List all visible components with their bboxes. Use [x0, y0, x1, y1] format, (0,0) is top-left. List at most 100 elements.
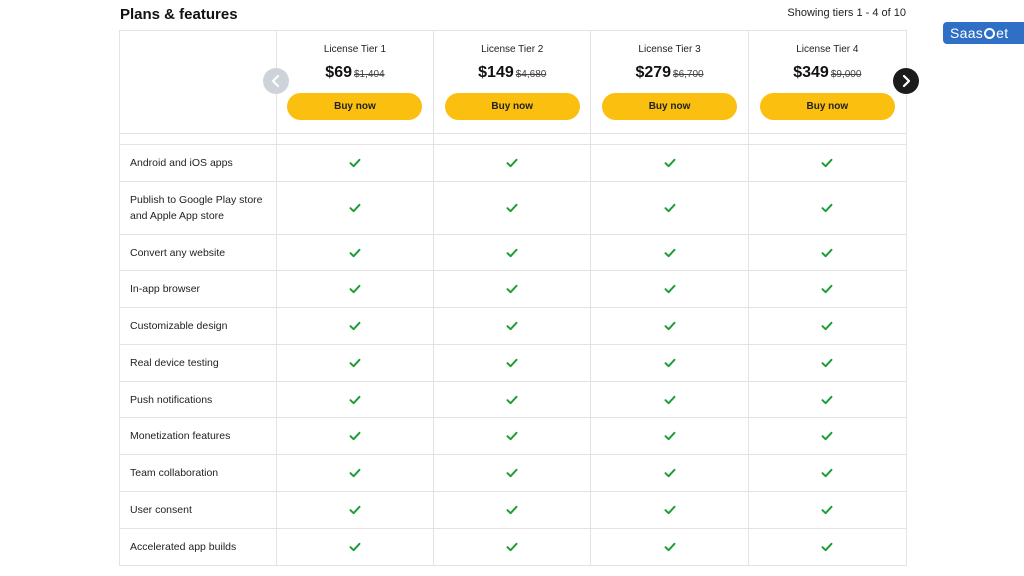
check-icon	[821, 248, 833, 257]
comparison-table: License Tier 1 $69 $1,404 Buy now License…	[119, 30, 907, 566]
feature-cell	[434, 455, 592, 491]
table-header: License Tier 1 $69 $1,404 Buy now License…	[120, 31, 906, 134]
feature-cell	[434, 492, 592, 528]
next-tiers-button[interactable]	[893, 68, 919, 94]
check-icon	[821, 542, 833, 552]
tier-old-price: $4,680	[515, 69, 547, 80]
feature-cell	[749, 308, 906, 344]
tier-name: License Tier 2	[481, 44, 544, 55]
feature-cell	[277, 382, 435, 417]
tier-column-4: License Tier 4 $349 $9,000 Buy now	[749, 31, 906, 133]
check-icon	[821, 468, 833, 478]
check-icon	[664, 542, 676, 552]
check-icon	[664, 431, 676, 441]
tier-price: $149	[478, 64, 514, 81]
check-icon	[349, 248, 361, 257]
check-icon	[506, 468, 518, 478]
feature-cell	[434, 308, 592, 344]
check-icon	[821, 321, 833, 331]
table-row: Customizable design	[120, 308, 906, 345]
check-icon	[821, 158, 833, 168]
check-icon	[506, 203, 518, 213]
feature-cell	[591, 529, 749, 565]
brand-text-post: et	[996, 25, 1009, 41]
buy-now-button-tier-3[interactable]: Buy now	[602, 93, 738, 120]
buy-now-button-tier-1[interactable]: Buy now	[287, 93, 423, 120]
check-icon	[506, 158, 518, 168]
table-row: Android and iOS apps	[120, 145, 906, 182]
check-icon	[506, 248, 518, 257]
check-icon	[349, 203, 361, 213]
check-icon	[664, 468, 676, 478]
feature-cell	[277, 455, 435, 491]
feature-cell	[434, 418, 592, 454]
feature-cell	[277, 529, 435, 565]
feature-label: Convert any website	[120, 235, 277, 270]
table-spacer-row	[120, 134, 906, 145]
check-icon	[349, 321, 361, 331]
feature-cell	[434, 271, 592, 307]
check-icon	[664, 395, 676, 404]
table-row: Convert any website	[120, 235, 906, 271]
feature-cell	[749, 492, 906, 528]
check-icon	[664, 284, 676, 294]
feature-cell	[434, 235, 592, 270]
page-title: Plans & features	[120, 6, 238, 23]
feature-label: Real device testing	[120, 345, 277, 381]
check-icon	[664, 248, 676, 257]
table-row: Publish to Google Play store and Apple A…	[120, 182, 906, 235]
chevron-right-icon	[902, 75, 911, 87]
feature-label: Monetization features	[120, 418, 277, 454]
tier-old-price: $6,700	[673, 69, 704, 80]
tier-name: License Tier 4	[796, 44, 859, 55]
buy-now-button-tier-2[interactable]: Buy now	[444, 93, 580, 120]
brand-g-icon	[984, 28, 996, 39]
feature-cell	[749, 455, 906, 491]
feature-cell	[749, 145, 906, 181]
tier-column-1: License Tier 1 $69 $1,404 Buy now	[277, 31, 435, 133]
feature-cell	[591, 418, 749, 454]
feature-cell	[277, 182, 435, 234]
feature-cell	[591, 345, 749, 381]
check-icon	[506, 358, 518, 368]
tier-name: License Tier 3	[638, 44, 701, 55]
tier-price: $279	[635, 64, 672, 81]
feature-cell	[749, 271, 906, 307]
buy-now-button-tier-4[interactable]: Buy now	[759, 93, 895, 120]
feature-label: Publish to Google Play store and Apple A…	[120, 182, 277, 234]
feature-cell	[591, 271, 749, 307]
feature-cell	[277, 418, 435, 454]
feature-cell	[749, 382, 906, 417]
check-icon	[664, 158, 676, 168]
feature-cell	[591, 382, 749, 417]
check-icon	[349, 505, 361, 515]
check-icon	[349, 395, 361, 404]
table-row: Push notifications	[120, 382, 906, 418]
feature-cell	[434, 345, 592, 381]
feature-cell	[277, 235, 435, 270]
chevron-left-icon	[271, 75, 280, 87]
check-icon	[664, 358, 676, 368]
check-icon	[821, 203, 833, 213]
table-row: Real device testing	[120, 345, 906, 382]
check-icon	[664, 505, 676, 515]
feature-cell	[749, 418, 906, 454]
brand-badge[interactable]: Saas et	[943, 22, 1024, 44]
feature-cell	[277, 308, 435, 344]
feature-cell	[749, 345, 906, 381]
feature-cell	[277, 145, 435, 181]
feature-cell	[591, 182, 749, 234]
table-row: Team collaboration	[120, 455, 906, 492]
brand-text-pre: Saas	[950, 25, 984, 41]
feature-cell	[434, 382, 592, 417]
check-icon	[664, 321, 676, 331]
check-icon	[349, 158, 361, 168]
feature-cell	[591, 235, 749, 270]
feature-cell	[434, 529, 592, 565]
table-row: User consent	[120, 492, 906, 529]
previous-tiers-button[interactable]	[263, 68, 289, 94]
feature-cell	[277, 492, 435, 528]
feature-cell	[749, 529, 906, 565]
check-icon	[349, 358, 361, 368]
feature-label: Accelerated app builds	[120, 529, 277, 565]
